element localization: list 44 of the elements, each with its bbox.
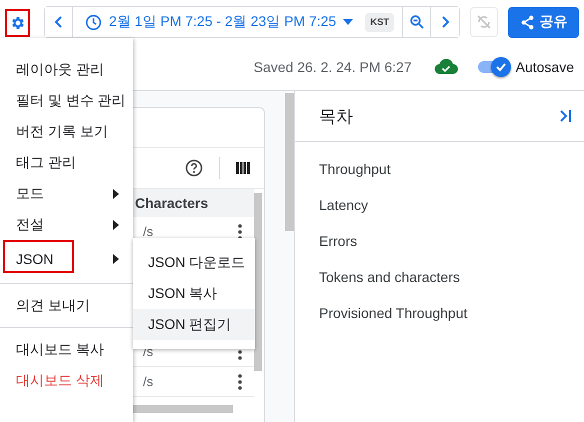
settings-button[interactable] (5, 8, 30, 36)
submenu-arrow-icon (113, 188, 119, 198)
autosave-toggle[interactable] (478, 55, 512, 79)
submenu-arrow-icon (113, 254, 119, 264)
columns-icon[interactable] (236, 161, 250, 175)
menu-item[interactable]: 의견 보내기 (0, 290, 133, 321)
help-icon[interactable] (185, 159, 203, 177)
menu-item[interactable]: 레이아웃 관리 (0, 54, 133, 85)
more-icon[interactable] (238, 374, 242, 390)
menu-item[interactable]: 태그 관리 (0, 147, 133, 178)
menu-item[interactable]: JSON 복사 (133, 278, 255, 309)
autosave-label: Autosave (516, 59, 574, 75)
menu-item[interactable]: 대시보드 삭제 (0, 365, 133, 396)
menu-item[interactable]: 대시보드 복사 (0, 334, 133, 365)
menu-item[interactable]: 필터 및 변수 관리 (0, 85, 133, 116)
menu-item[interactable]: 버전 기록 보기 (0, 116, 133, 147)
toc-link[interactable]: Throughput (295, 151, 584, 187)
table-cell: /s (143, 224, 154, 239)
settings-icon (10, 14, 26, 30)
chevron-right-icon (440, 16, 450, 28)
menu-item[interactable]: JSON 다운로드 (133, 247, 255, 278)
saved-timestamp: Saved 26. 2. 24. PM 6:27 (254, 59, 412, 75)
scrollbar[interactable] (285, 93, 294, 231)
menu-item[interactable]: JSON (0, 240, 133, 277)
toc-link[interactable]: Provisioned Throughput (295, 295, 584, 331)
share-button[interactable]: 공유 (508, 6, 580, 38)
share-icon (520, 14, 535, 30)
toc-link[interactable]: Errors (295, 223, 584, 259)
chevron-left-icon (54, 16, 64, 28)
toc-link[interactable]: Tokens and characters (295, 259, 584, 295)
toc-link[interactable]: Latency (295, 187, 584, 223)
timezone-badge: KST (365, 12, 394, 32)
table-cell: /s (143, 374, 154, 389)
submenu-arrow-icon (113, 220, 119, 230)
collapse-icon[interactable] (560, 109, 572, 123)
zoom-out-icon (410, 15, 424, 29)
scrollbar[interactable] (131, 405, 233, 413)
panel-title: 목차 (319, 106, 353, 128)
caret-icon (343, 19, 354, 25)
previous-button[interactable] (45, 7, 73, 37)
clock-icon (85, 14, 102, 30)
sync-off-icon (476, 14, 492, 30)
menu-item[interactable]: JSON 편집기 (133, 309, 255, 340)
scrollbar[interactable] (254, 193, 262, 371)
